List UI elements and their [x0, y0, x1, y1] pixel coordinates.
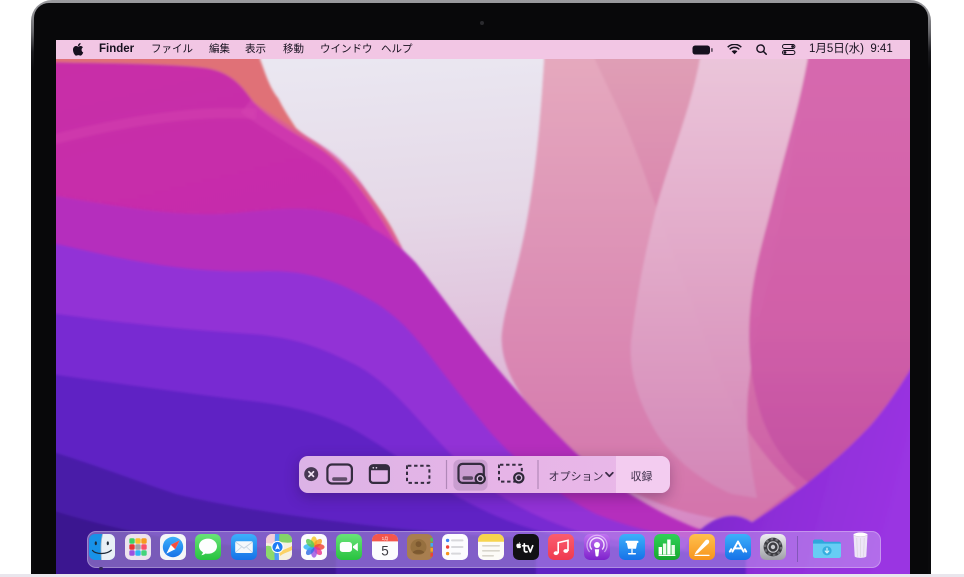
- svg-text:5: 5: [381, 543, 389, 558]
